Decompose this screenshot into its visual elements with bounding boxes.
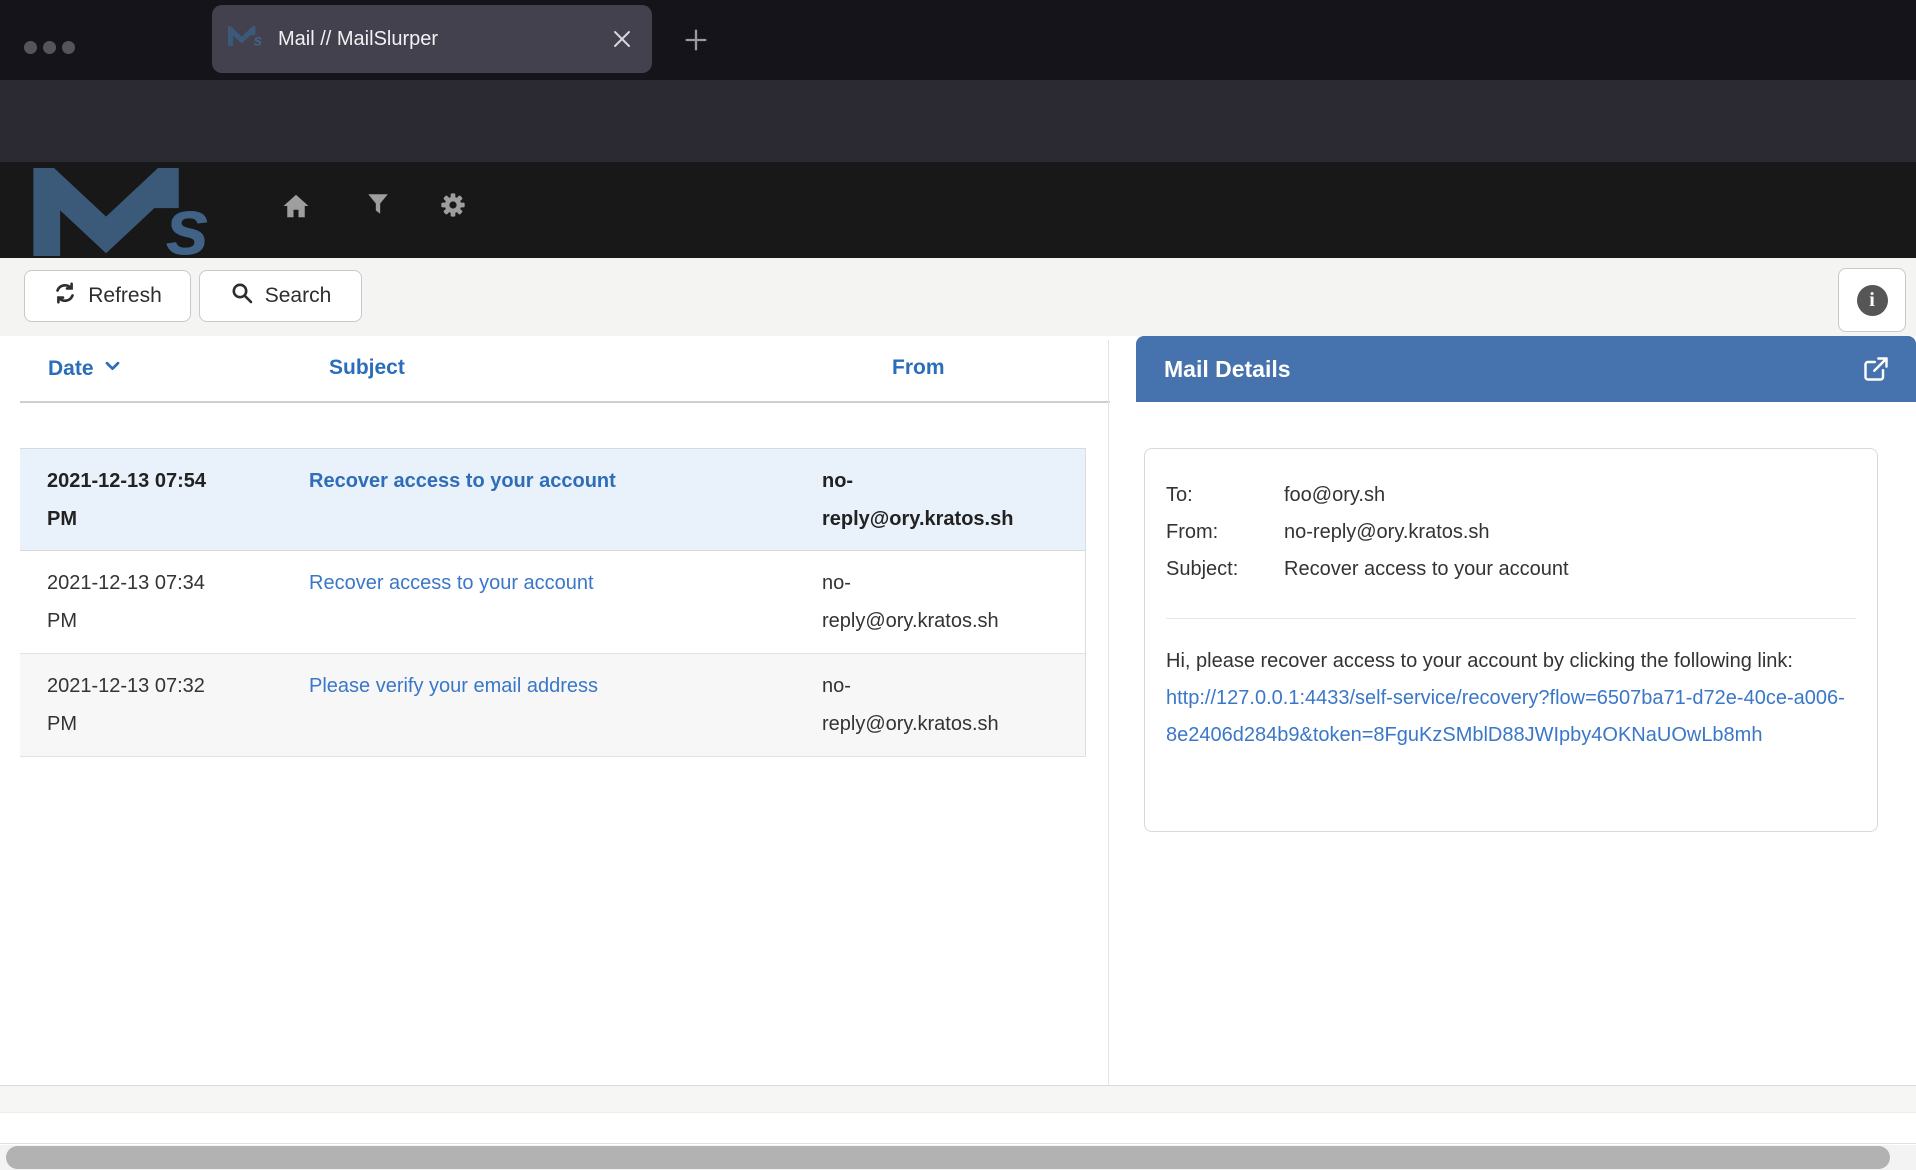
mail-row[interactable]: 2021-12-13 07:32 PM Please verify your e… <box>20 654 1085 757</box>
to-label: To: <box>1166 477 1284 514</box>
refresh-button-label: Refresh <box>88 284 162 308</box>
column-header-date-label: Date <box>48 357 94 381</box>
card-divider <box>1166 618 1856 619</box>
to-value: foo@ory.sh <box>1284 477 1385 514</box>
mail-from: no-reply@ory.kratos.sh <box>822 564 1052 653</box>
svg-text:s: s <box>254 32 263 48</box>
mail-details-title: Mail Details <box>1164 356 1291 383</box>
sort-desc-icon <box>103 356 122 381</box>
mail-date: 2021-12-13 07:34 PM <box>20 564 309 653</box>
mail-details-header: Mail Details <box>1136 336 1916 402</box>
mail-subject-link[interactable]: Recover access to your account <box>309 470 616 492</box>
column-header-date[interactable]: Date <box>48 356 122 381</box>
mail-list: 2021-12-13 07:54 PM Recover access to yo… <box>20 448 1086 757</box>
refresh-button[interactable]: Refresh <box>24 270 191 322</box>
search-icon <box>230 281 254 311</box>
subject-label: Subject: <box>1166 551 1284 588</box>
home-icon[interactable] <box>281 191 311 221</box>
mail-body: Hi, please recover access to your accoun… <box>1166 643 1856 754</box>
tab-title: Mail // MailSlurper <box>278 28 438 51</box>
window-control-dot[interactable] <box>62 41 75 54</box>
mail-row[interactable]: 2021-12-13 07:34 PM Recover access to yo… <box>20 551 1085 654</box>
subject-value: Recover access to your account <box>1284 551 1569 588</box>
mail-date: 2021-12-13 07:54 PM <box>20 462 309 550</box>
popout-icon[interactable] <box>1862 355 1890 383</box>
horizontal-scrollbar[interactable] <box>0 1145 1916 1170</box>
horizontal-scrollbar-thumb[interactable] <box>6 1146 1890 1169</box>
bottom-strip <box>0 1112 1916 1144</box>
filter-icon[interactable] <box>365 191 395 221</box>
column-header-from[interactable]: From <box>892 356 945 380</box>
column-header-subject[interactable]: Subject <box>329 356 405 380</box>
info-icon: i <box>1857 285 1888 316</box>
gear-icon[interactable] <box>439 191 469 221</box>
mail-subject-link[interactable]: Recover access to your account <box>309 572 594 594</box>
browser-toolbar: 127.0.0.1:4436/# 90% <box>0 80 1916 162</box>
browser-tab[interactable]: s Mail // MailSlurper <box>212 5 652 73</box>
new-tab-icon[interactable] <box>682 26 710 54</box>
from-label: From: <box>1166 514 1284 551</box>
mail-from: no-reply@ory.kratos.sh <box>822 667 1052 756</box>
mailslurper-logo[interactable]: s <box>24 168 234 261</box>
page-background-strip <box>0 1086 1916 1112</box>
window-control-dot[interactable] <box>43 41 56 54</box>
app-toolbar: Refresh Search i <box>0 258 1916 336</box>
refresh-icon <box>53 281 77 311</box>
mailslurper-favicon-icon: s <box>228 26 264 53</box>
header-divider <box>20 401 1110 403</box>
window-control-dot[interactable] <box>24 41 37 54</box>
recovery-link[interactable]: http://127.0.0.1:4433/self-service/recov… <box>1166 687 1845 746</box>
mail-details-card: To: foo@ory.sh From: no-reply@ory.kratos… <box>1144 448 1878 832</box>
tab-close-icon[interactable] <box>610 27 634 51</box>
mail-date: 2021-12-13 07:32 PM <box>20 667 309 756</box>
from-value: no-reply@ory.kratos.sh <box>1284 514 1490 551</box>
mail-from: no-reply@ory.kratos.sh <box>822 462 1052 550</box>
app-navbar: s <box>0 162 1916 258</box>
mail-list-header: Date Subject From <box>20 348 1110 400</box>
search-button[interactable]: Search <box>199 270 362 322</box>
mail-row[interactable]: 2021-12-13 07:54 PM Recover access to yo… <box>20 448 1085 551</box>
panel-divider <box>1108 340 1109 1112</box>
mail-body-text: Hi, please recover access to your accoun… <box>1166 650 1793 672</box>
svg-text:s: s <box>165 182 210 256</box>
mail-subject-link[interactable]: Please verify your email address <box>309 675 598 697</box>
search-button-label: Search <box>265 284 332 308</box>
browser-tab-strip: s Mail // MailSlurper <box>0 0 1916 80</box>
info-button[interactable]: i <box>1838 268 1906 332</box>
